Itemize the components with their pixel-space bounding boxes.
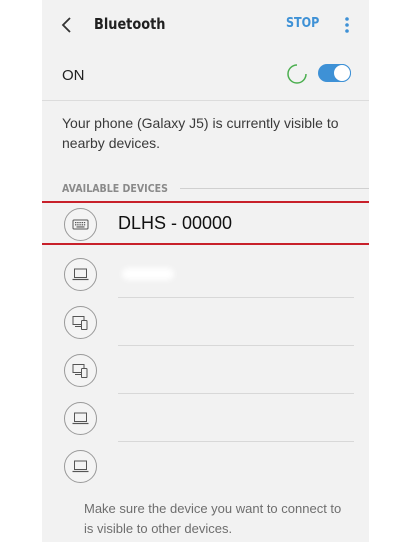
laptop-icon xyxy=(64,450,97,483)
computer-phone-icon xyxy=(64,306,97,339)
divider xyxy=(42,100,369,101)
selected-device-highlight xyxy=(42,201,369,245)
available-devices-header: AVAILABLE DEVICES xyxy=(62,181,369,195)
bluetooth-toggle-row[interactable]: ON xyxy=(42,50,369,100)
bluetooth-switch[interactable] xyxy=(318,64,351,82)
computer-phone-icon xyxy=(64,354,97,387)
switch-knob xyxy=(333,64,351,82)
laptop-icon xyxy=(64,258,97,291)
section-title: AVAILABLE DEVICES xyxy=(62,181,168,195)
device-name-redacted xyxy=(122,268,174,280)
scanning-spinner-icon xyxy=(287,64,307,84)
device-item[interactable] xyxy=(42,442,369,490)
visibility-message: Your phone (Galaxy J5) is currently visi… xyxy=(62,115,339,151)
footer-message: Make sure the device you want to connect… xyxy=(84,501,342,536)
more-vertical-icon[interactable] xyxy=(344,16,350,34)
device-item[interactable] xyxy=(42,250,369,298)
device-item[interactable] xyxy=(42,298,369,346)
device-item[interactable] xyxy=(42,394,369,442)
bluetooth-settings-screen: Bluetooth STOP ON Your phone (Galaxy J5)… xyxy=(42,0,369,542)
device-item[interactable] xyxy=(42,346,369,394)
laptop-icon xyxy=(64,402,97,435)
page-title: Bluetooth xyxy=(94,15,166,33)
app-bar: Bluetooth STOP xyxy=(42,0,369,50)
section-divider xyxy=(180,187,369,189)
chevron-left-icon[interactable] xyxy=(60,16,74,34)
bluetooth-status-label: ON xyxy=(62,67,85,84)
stop-button[interactable]: STOP xyxy=(286,16,319,31)
